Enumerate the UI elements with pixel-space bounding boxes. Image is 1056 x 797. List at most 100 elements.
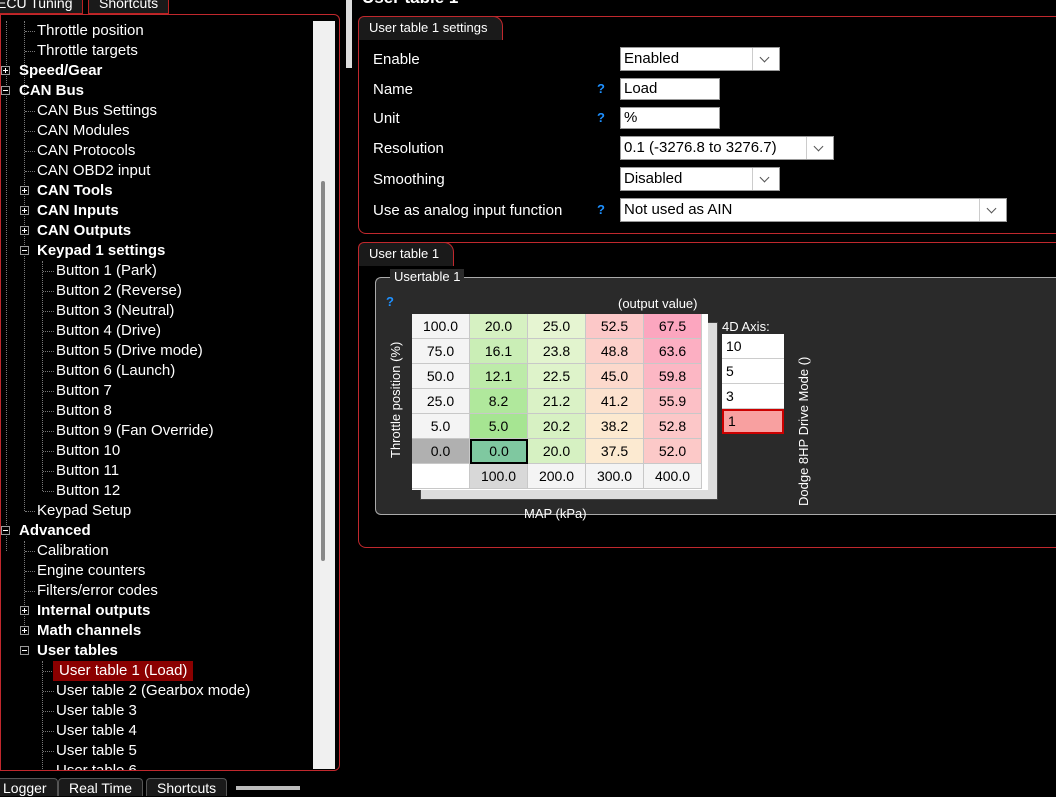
help-icon[interactable]: ? bbox=[597, 202, 605, 217]
tab-shortcuts-bottom[interactable]: Shortcuts bbox=[146, 778, 228, 796]
expand-plus-icon[interactable] bbox=[20, 206, 29, 215]
tree-item-filters-error-codes[interactable]: Filters/error codes bbox=[1, 581, 311, 601]
tree-item-button-12[interactable]: Button 12 bbox=[1, 481, 311, 501]
tree-item-user-table-4[interactable]: User table 4 bbox=[1, 721, 311, 741]
tree-item-button-4-drive[interactable]: Button 4 (Drive) bbox=[1, 321, 311, 341]
x-axis-cell[interactable]: 200.0 bbox=[528, 464, 586, 489]
tree-item-button-10[interactable]: Button 10 bbox=[1, 441, 311, 461]
table-cell[interactable]: 25.0 bbox=[528, 314, 586, 339]
tree-item-button-9-fan-override[interactable]: Button 9 (Fan Override) bbox=[1, 421, 311, 441]
help-icon[interactable]: ? bbox=[386, 294, 394, 309]
collapse-minus-icon[interactable] bbox=[1, 526, 10, 535]
table-cell[interactable]: 48.8 bbox=[586, 339, 644, 364]
tree-item-can-bus[interactable]: CAN Bus bbox=[1, 81, 311, 101]
table-cell[interactable]: 41.2 bbox=[586, 389, 644, 414]
tree-item-can-protocols[interactable]: CAN Protocols bbox=[1, 141, 311, 161]
axis4d-item[interactable]: 10 bbox=[722, 334, 784, 359]
table-cell[interactable]: 20.0 bbox=[528, 439, 586, 464]
x-axis-cell[interactable]: 400.0 bbox=[644, 464, 702, 489]
x-axis-cell[interactable]: 100.0 bbox=[470, 464, 528, 489]
table-cell[interactable]: 38.2 bbox=[586, 414, 644, 439]
tab-ecu-tuning[interactable]: ECU Tuning bbox=[0, 0, 84, 14]
tree-item-button-11[interactable]: Button 11 bbox=[1, 461, 311, 481]
tree-item-user-tables[interactable]: User tables bbox=[1, 641, 311, 661]
table-cell[interactable]: 63.6 bbox=[644, 339, 702, 364]
expand-plus-icon[interactable] bbox=[20, 186, 29, 195]
tree-item-speed-gear[interactable]: Speed/Gear bbox=[1, 61, 311, 81]
tree-scrollbar-thumb[interactable] bbox=[321, 181, 325, 561]
tree-item-engine-counters[interactable]: Engine counters bbox=[1, 561, 311, 581]
tree-item-user-table-1-load[interactable]: User table 1 (Load) bbox=[1, 661, 311, 681]
table-cell[interactable]: 20.0 bbox=[470, 314, 528, 339]
tree-item-user-table-6[interactable]: User table 6 bbox=[1, 761, 311, 770]
tree-item-can-modules[interactable]: CAN Modules bbox=[1, 121, 311, 141]
collapse-minus-icon[interactable] bbox=[20, 246, 29, 255]
table-cell-active[interactable]: 0.0 bbox=[470, 439, 528, 464]
table-cell[interactable]: 16.1 bbox=[470, 339, 528, 364]
collapse-minus-icon[interactable] bbox=[20, 646, 29, 655]
table-cell[interactable]: 59.8 bbox=[644, 364, 702, 389]
y-axis-cell[interactable]: 5.0 bbox=[412, 414, 470, 439]
y-axis-cell[interactable]: 25.0 bbox=[412, 389, 470, 414]
tree-item-keypad-setup[interactable]: Keypad Setup bbox=[1, 501, 311, 521]
tree-item-throttle-targets[interactable]: Throttle targets bbox=[1, 41, 311, 61]
tab-shortcuts-top[interactable]: Shortcuts bbox=[88, 0, 170, 14]
y-axis-cell[interactable]: 75.0 bbox=[412, 339, 470, 364]
tab-real-time[interactable]: Real Time bbox=[58, 778, 144, 796]
table-cell[interactable]: 21.2 bbox=[528, 389, 586, 414]
expand-plus-icon[interactable] bbox=[20, 626, 29, 635]
tree-item-can-bus-settings[interactable]: CAN Bus Settings bbox=[1, 101, 311, 121]
tab-logger[interactable]: Logger bbox=[0, 778, 58, 796]
table-cell[interactable]: 20.2 bbox=[528, 414, 586, 439]
resolution-dropdown[interactable]: 0.1 (-3276.8 to 3276.7) bbox=[620, 136, 834, 160]
tree-item-can-obd2-input[interactable]: CAN OBD2 input bbox=[1, 161, 311, 181]
tree-item-throttle-position[interactable]: Throttle position bbox=[1, 21, 311, 41]
tree-item-can-tools[interactable]: CAN Tools bbox=[1, 181, 311, 201]
x-axis-cell[interactable]: 300.0 bbox=[586, 464, 644, 489]
tree-item-can-outputs[interactable]: CAN Outputs bbox=[1, 221, 311, 241]
table-cell[interactable]: 22.5 bbox=[528, 364, 586, 389]
table-cell[interactable]: 45.0 bbox=[586, 364, 644, 389]
tree-item-keypad-1-settings[interactable]: Keypad 1 settings bbox=[1, 241, 311, 261]
tree-item-button-3-neutral[interactable]: Button 3 (Neutral) bbox=[1, 301, 311, 321]
tree-item-button-7[interactable]: Button 7 bbox=[1, 381, 311, 401]
tree-scrollbar[interactable] bbox=[313, 21, 335, 769]
tree-item-button-5-drive-mode[interactable]: Button 5 (Drive mode) bbox=[1, 341, 311, 361]
name-input[interactable]: Load bbox=[620, 78, 720, 100]
expand-plus-icon[interactable] bbox=[20, 606, 29, 615]
help-icon[interactable]: ? bbox=[597, 110, 605, 125]
enable-dropdown[interactable]: Enabled bbox=[620, 47, 780, 71]
tree-item-advanced[interactable]: Advanced bbox=[1, 521, 311, 541]
tree-item-user-table-2-gearbox-mode[interactable]: User table 2 (Gearbox mode) bbox=[1, 681, 311, 701]
help-icon[interactable]: ? bbox=[597, 81, 605, 96]
y-axis-cell[interactable]: 0.0 bbox=[412, 439, 470, 464]
tree-item-can-inputs[interactable]: CAN Inputs bbox=[1, 201, 311, 221]
unit-input[interactable]: % bbox=[620, 107, 720, 129]
analog-function-dropdown[interactable]: Not used as AIN bbox=[620, 198, 1007, 222]
y-axis-cell[interactable]: 100.0 bbox=[412, 314, 470, 339]
bottom-splitter-handle[interactable] bbox=[236, 786, 300, 790]
table-cell[interactable]: 67.5 bbox=[644, 314, 702, 339]
expand-plus-icon[interactable] bbox=[1, 66, 10, 75]
table-cell[interactable]: 5.0 bbox=[470, 414, 528, 439]
tree-item-button-2-reverse[interactable]: Button 2 (Reverse) bbox=[1, 281, 311, 301]
axis4d-item[interactable]: 3 bbox=[722, 384, 784, 409]
axis4d-item-selected[interactable]: 1 bbox=[722, 409, 784, 434]
table-cell[interactable]: 37.5 bbox=[586, 439, 644, 464]
table-cell[interactable]: 55.9 bbox=[644, 389, 702, 414]
collapse-minus-icon[interactable] bbox=[1, 86, 10, 95]
axis4d-item[interactable]: 5 bbox=[722, 359, 784, 384]
table-cell[interactable]: 12.1 bbox=[470, 364, 528, 389]
table-cell[interactable]: 52.8 bbox=[644, 414, 702, 439]
tree-item-button-1-park[interactable]: Button 1 (Park) bbox=[1, 261, 311, 281]
expand-plus-icon[interactable] bbox=[20, 226, 29, 235]
table-cell[interactable]: 8.2 bbox=[470, 389, 528, 414]
y-axis-cell[interactable]: 50.0 bbox=[412, 364, 470, 389]
tree-item-button-8[interactable]: Button 8 bbox=[1, 401, 311, 421]
tree-item-math-channels[interactable]: Math channels bbox=[1, 621, 311, 641]
tree-item-calibration[interactable]: Calibration bbox=[1, 541, 311, 561]
table-cell[interactable]: 52.0 bbox=[644, 439, 702, 464]
tree-item-button-6-launch[interactable]: Button 6 (Launch) bbox=[1, 361, 311, 381]
table-cell[interactable]: 23.8 bbox=[528, 339, 586, 364]
corner-cell[interactable] bbox=[412, 464, 470, 489]
